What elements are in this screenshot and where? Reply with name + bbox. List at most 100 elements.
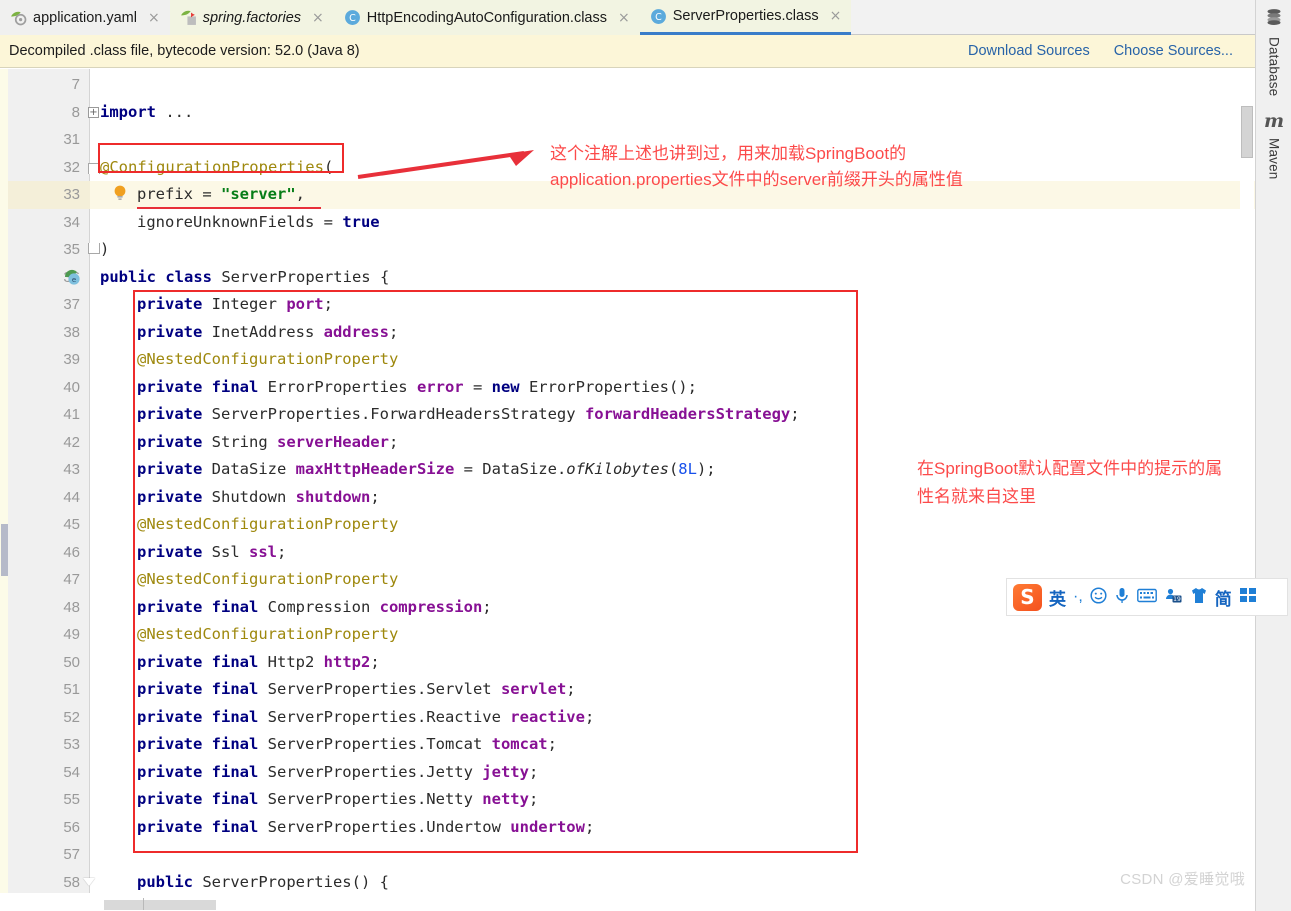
highlight-box-fields <box>133 290 858 853</box>
line-number: 57 <box>63 846 80 863</box>
close-icon[interactable]: × <box>148 11 160 25</box>
code-token: import <box>100 102 166 121</box>
annotation-1-line-2: application.properties文件中的server前缀开头的属性值 <box>550 170 963 189</box>
line-number: 53 <box>63 736 80 753</box>
svg-text:C: C <box>349 13 356 24</box>
code-token: prefix = <box>137 185 221 203</box>
code-token: ... <box>165 102 194 121</box>
line-number: 35 <box>63 241 80 258</box>
database-icon <box>1265 8 1283 31</box>
tab-label: HttpEncodingAutoConfiguration.class <box>366 9 607 26</box>
emoji-icon[interactable] <box>1090 586 1107 608</box>
watermark: CSDN @爱睡觉哦 <box>1120 871 1245 888</box>
code-line[interactable]: 36public class ServerProperties { <box>0 264 1255 292</box>
tab-label: application.yaml <box>33 9 137 26</box>
line-number: 37 <box>63 296 80 313</box>
close-icon[interactable]: × <box>618 11 630 25</box>
editor-tab-bar: application.yaml × spring.factories × C <box>0 0 1255 35</box>
fold-expand-icon[interactable]: + <box>88 106 99 118</box>
intention-bulb-icon[interactable] <box>113 185 127 201</box>
line-number: 45 <box>63 516 80 533</box>
voice-input-icon[interactable] <box>1114 587 1130 608</box>
code-line[interactable]: 58 public ServerProperties() { <box>0 869 1255 894</box>
svg-text:19: 19 <box>1173 596 1181 603</box>
line-number: 55 <box>63 791 80 808</box>
horizontal-scrollbar-thumb[interactable] <box>104 900 216 910</box>
line-number: 50 <box>63 653 80 671</box>
vertical-scrollbar-track[interactable] <box>1240 69 1254 893</box>
code-token: () { <box>351 872 389 891</box>
java-class-icon: C <box>650 8 667 25</box>
maven-m-icon: m <box>1263 110 1285 132</box>
tab-spring-factories[interactable]: spring.factories × <box>169 0 334 35</box>
decompiled-notice-bar: Decompiled .class file, bytecode version… <box>0 35 1255 68</box>
tab-server-properties[interactable]: C ServerProperties.class × <box>639 0 852 35</box>
ide-window: application.yaml × spring.factories × C <box>0 0 1291 911</box>
line-number: 54 <box>63 763 80 781</box>
line-number: 58 <box>63 873 80 891</box>
line-number: 7 <box>71 76 80 93</box>
line-number: 34 <box>63 213 80 231</box>
punctuation-mode-button[interactable]: ·, <box>1073 589 1083 605</box>
soft-keyboard-icon[interactable] <box>1136 588 1157 607</box>
code-token: "server" <box>221 185 296 203</box>
code-token: public class <box>100 267 222 286</box>
simplified-chinese-mode-button[interactable]: 简 <box>1215 585 1232 610</box>
choose-sources-link[interactable]: Choose Sources... <box>1114 43 1233 59</box>
line-number: 42 <box>63 433 80 451</box>
line-number: 32 <box>63 158 80 176</box>
line-number: 39 <box>63 351 80 368</box>
code-token: public <box>137 872 203 891</box>
code-token: ) <box>100 240 110 258</box>
class-implementations-icon[interactable]: e <box>63 268 81 291</box>
code-token: ServerProperties <box>221 267 371 286</box>
fold-collapse-icon[interactable] <box>83 877 95 886</box>
vertical-scrollbar-thumb[interactable] <box>1241 106 1253 158</box>
code-line[interactable]: 35) <box>0 236 1255 264</box>
line-number: 48 <box>63 598 80 616</box>
line-number: 43 <box>63 461 80 478</box>
line-number: 8 <box>71 103 80 121</box>
tab-label: ServerProperties.class <box>672 8 819 24</box>
sogou-logo-icon[interactable]: S <box>1013 583 1042 611</box>
sidebar-item-maven[interactable]: m Maven <box>1256 110 1291 180</box>
code-token: ignoreUnknownFields = <box>137 212 343 231</box>
code-line[interactable]: 34 ignoreUnknownFields = true <box>0 209 1255 237</box>
annotation-2-line-1: 在SpringBoot默认配置文件中的提示的属 <box>917 459 1223 478</box>
skin-icon[interactable] <box>1190 587 1208 608</box>
tab-http-encoding-auto-configuration[interactable]: C HttpEncodingAutoConfiguration.class × <box>333 0 640 35</box>
arrow-to-annotation-1 <box>357 150 534 179</box>
right-tool-sidebar: Database m Maven <box>1255 0 1291 911</box>
notice-actions: Download Sources Choose Sources... <box>968 43 1255 59</box>
horizontal-scrollbar-tick <box>143 898 144 910</box>
line-number: 49 <box>63 626 80 643</box>
horizontal-scrollbar-track[interactable] <box>90 898 1245 911</box>
code-line-text: ) <box>100 236 109 264</box>
notice-text: Decompiled .class file, bytecode version… <box>9 43 360 59</box>
calendar-icon[interactable]: 19 <box>1164 587 1183 608</box>
language-mode-button[interactable]: 英 <box>1049 585 1066 610</box>
line-number: 33 <box>63 186 80 203</box>
download-sources-link[interactable]: Download Sources <box>968 43 1090 59</box>
code-token: , <box>295 185 305 203</box>
close-icon[interactable]: × <box>312 11 324 25</box>
sidebar-item-label: Maven <box>1266 138 1282 180</box>
tab-application-yaml[interactable]: application.yaml × <box>0 0 170 35</box>
code-line-text: ignoreUnknownFields = true <box>137 209 380 237</box>
ime-floating-toolbar[interactable]: S 英 ·, 19 简 <box>1006 578 1288 616</box>
sidebar-item-label: Database <box>1266 37 1282 97</box>
code-line-text: prefix = "server", <box>137 181 305 209</box>
close-icon[interactable]: × <box>830 9 842 23</box>
code-line[interactable]: 8 import ... <box>0 99 1255 127</box>
fold-region-end-icon[interactable] <box>88 243 100 254</box>
toolbox-icon[interactable] <box>1239 587 1257 607</box>
code-line-text: public ServerProperties() { <box>137 869 389 894</box>
line-number: 31 <box>63 131 80 148</box>
line-number: 52 <box>63 708 80 726</box>
code-line[interactable]: 7 <box>0 71 1255 99</box>
underline-prefix-server <box>137 207 321 209</box>
line-number: 41 <box>63 406 80 423</box>
highlight-box-configuration-properties <box>98 143 344 173</box>
svg-text:C: C <box>655 12 662 23</box>
sidebar-item-database[interactable]: Database <box>1256 8 1291 96</box>
